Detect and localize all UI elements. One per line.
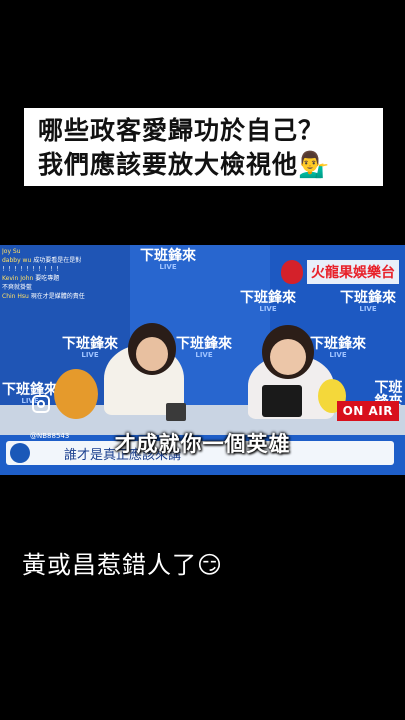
chat-message: Kevin John 要吃專題 <box>2 274 104 283</box>
chat-message: dabby wu 成功要看是在是對 <box>2 256 104 265</box>
logo-text: 下班鋒來 <box>340 290 396 306</box>
logo-text: 下班鋒來 <box>140 248 196 264</box>
chat-message: 不爽就掛藍 <box>2 283 104 292</box>
show-logo: 下班鋒來LIVE <box>240 291 296 314</box>
chat-user: Chin Hsu <box>2 293 29 300</box>
show-logo: 下班鋒來LIVE <box>176 337 232 360</box>
headline-line-1: 哪些政客愛歸功於自己？ <box>38 116 325 145</box>
logo-text: 下班鋒來 <box>240 290 296 306</box>
chat-text: 要吃專題 <box>35 275 60 282</box>
video-frame[interactable]: 下班鋒來 LIVE 下班鋒來 LIVE 下班鋒來 LIVE 下班鋒來 LIVE 下班鋒來… <box>0 245 405 475</box>
show-logo: 下班鋒來LIVE <box>62 337 118 360</box>
show-logo: 下班鋒來LIVE <box>340 291 396 314</box>
chat-message: ！！！！！！！！！！ <box>2 265 104 274</box>
host-left-face <box>136 337 168 371</box>
logo-text: 下班鋒來 <box>176 336 232 352</box>
chat-text: 現在才是媒體的責任 <box>30 293 85 300</box>
laptop <box>262 385 302 417</box>
logo-sub: LIVE <box>159 263 177 271</box>
chat-user: Kevin John <box>2 275 34 282</box>
logo-text: 下班鋒來 <box>62 336 118 352</box>
post-caption: 黃或昌惹錯人了😏 <box>22 551 224 579</box>
live-chat-overlay: Joy Su dabby wu 成功要看是在是對 ！！！！！！！！！！ Kevi… <box>2 247 104 301</box>
chat-text: ！！！！！！！！！！ <box>2 266 63 273</box>
show-logo: 下班鋒來LIVE <box>310 337 366 360</box>
chat-message: Joy Su <box>2 247 104 256</box>
logo-sub: LIVE <box>81 351 99 359</box>
brand-name: 火龍果娛樂台 <box>307 260 399 284</box>
chat-user: dabby wu <box>2 257 32 264</box>
headline-line-2: 我們應該要放大檢視他💁‍♂️ <box>38 150 331 179</box>
dragonfruit-icon <box>281 260 303 284</box>
chat-text: 不爽就掛藍 <box>2 284 33 291</box>
logo-sub: LIVE <box>259 305 277 313</box>
channel-brand: 火龍果娛樂台 <box>281 259 399 285</box>
mug <box>166 403 186 421</box>
host-right-face <box>270 339 306 375</box>
logo-text: 下班鋒來 <box>2 382 58 398</box>
on-air-badge: ON AIR <box>336 401 399 421</box>
video-subtitle: 才成就你一個英雄 <box>114 432 291 456</box>
logo-text: 下班鋒來 <box>310 336 366 352</box>
chat-text: 成功要看是在是對 <box>33 257 82 264</box>
chat-user: Joy Su <box>2 248 21 255</box>
logo-sub: LIVE <box>329 351 347 359</box>
logo-sub: LIVE <box>359 305 377 313</box>
show-logo: 下班鋒來LIVE <box>140 249 196 272</box>
headline-box: 哪些政客愛歸功於自己？ 我們應該要放大檢視他💁‍♂️ <box>24 108 383 186</box>
instagram-icon <box>32 395 50 413</box>
plush-toy-left <box>54 369 98 419</box>
logo-sub: LIVE <box>195 351 213 359</box>
chat-message: Chin Hsu 現在才是媒體的責任 <box>2 292 104 301</box>
